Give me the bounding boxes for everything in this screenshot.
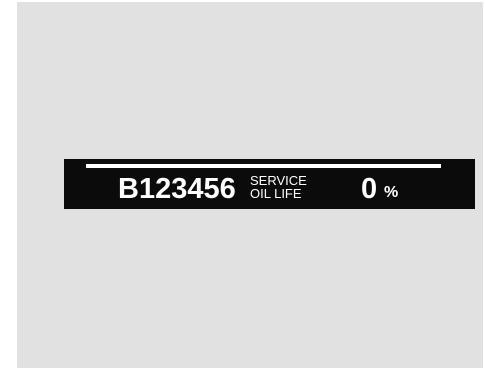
oil-life-value: 0 [361, 173, 378, 205]
service-label-line-2: OIL LIFE [250, 186, 302, 201]
oil-life-unit: % [384, 184, 399, 201]
service-oil-life-label: SERVICE OIL LIFE [250, 174, 307, 200]
page: B123456 SERVICE OIL LIFE 0 % [0, 0, 485, 368]
oil-life-bar-fill [86, 164, 441, 168]
oil-life-bar [86, 164, 441, 168]
info-display: B123456 SERVICE OIL LIFE 0 % [64, 159, 475, 209]
odometer-readout: B123456 [118, 173, 236, 205]
background-panel: B123456 SERVICE OIL LIFE 0 % [17, 2, 483, 368]
